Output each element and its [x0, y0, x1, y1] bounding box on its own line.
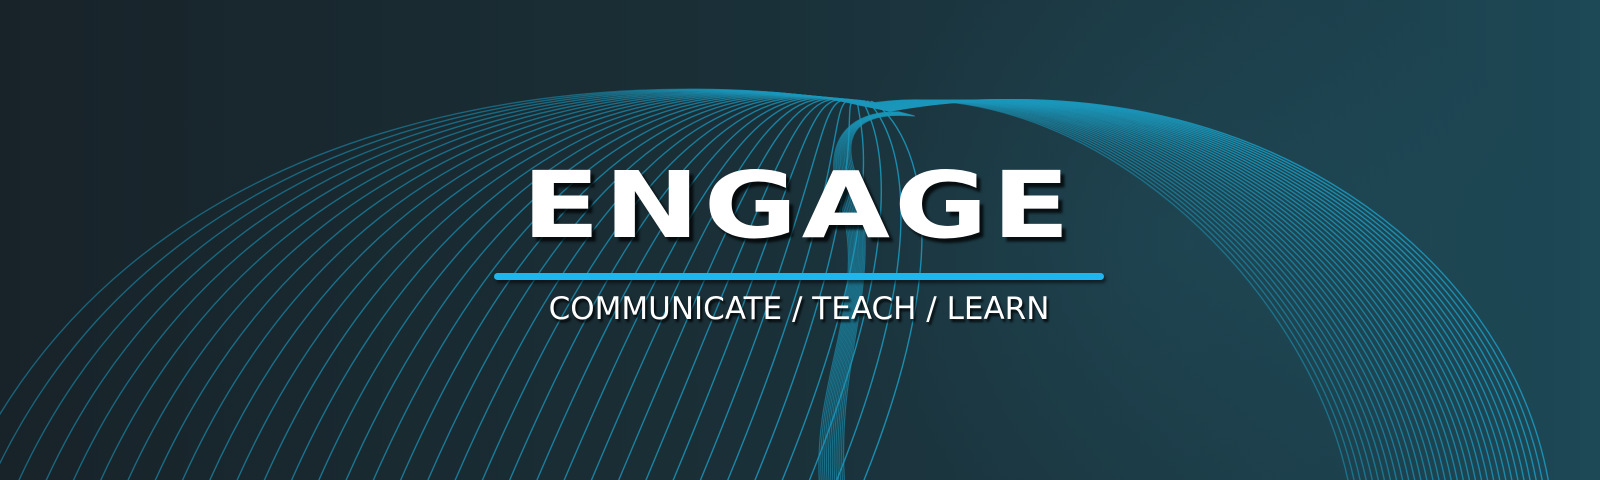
logo-tagline: COMMUNICATE / TEACH / LEARN	[548, 291, 1050, 327]
engage-logo: ENGAGE COMMUNICATE / TEACH / LEARN	[0, 0, 1600, 480]
logo-underline-bar	[494, 273, 1104, 280]
banner: ENGAGE COMMUNICATE / TEACH / LEARN	[0, 0, 1600, 480]
logo-title: ENGAGE	[521, 152, 1075, 260]
